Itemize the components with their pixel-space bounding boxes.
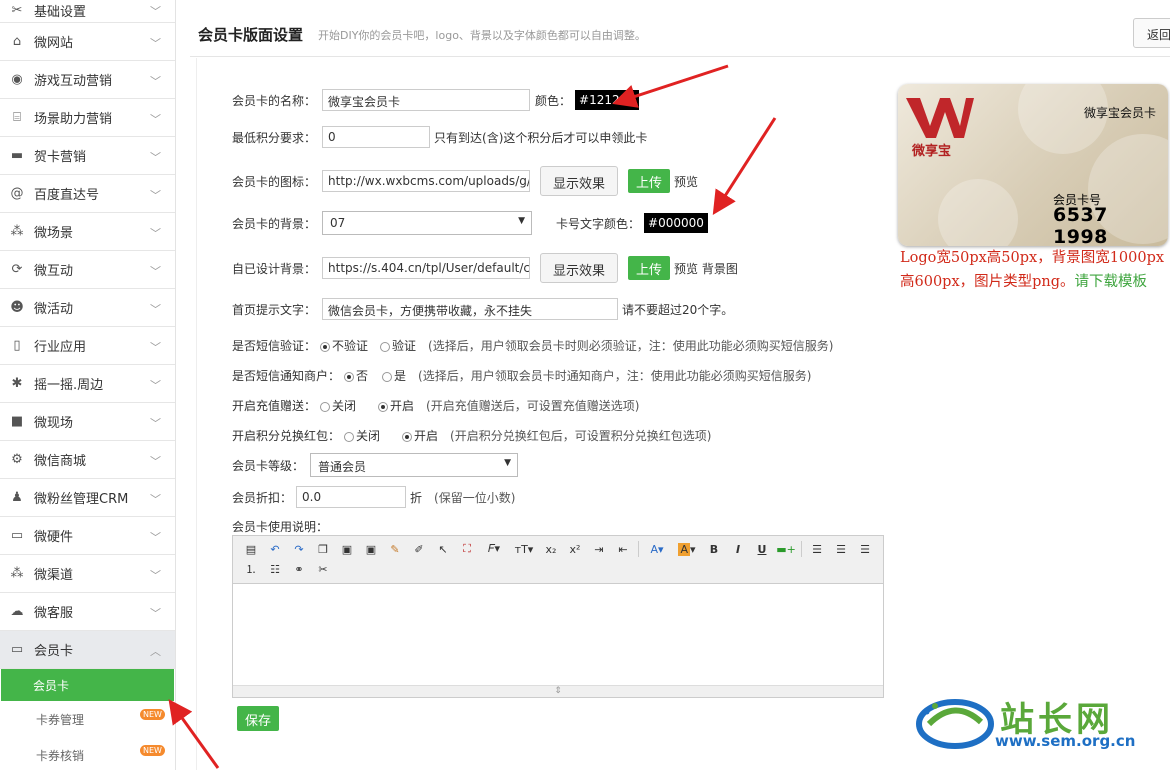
arrow-to-member-card-menu [168, 699, 220, 769]
page-root: ✂ 基础设置 ﹀ ⌂ 微网站 ﹀ ◉ 游戏互动营销 ﹀ ⌸ 场景助力营销 ﹀ ▬ 贺卡营销 ﹀ @ 百度直达号 ﹀… [0, 0, 1170, 770]
annotation-arrows [168, 64, 777, 769]
arrow-to-color [612, 64, 729, 108]
arrow-to-number-color [712, 117, 777, 216]
